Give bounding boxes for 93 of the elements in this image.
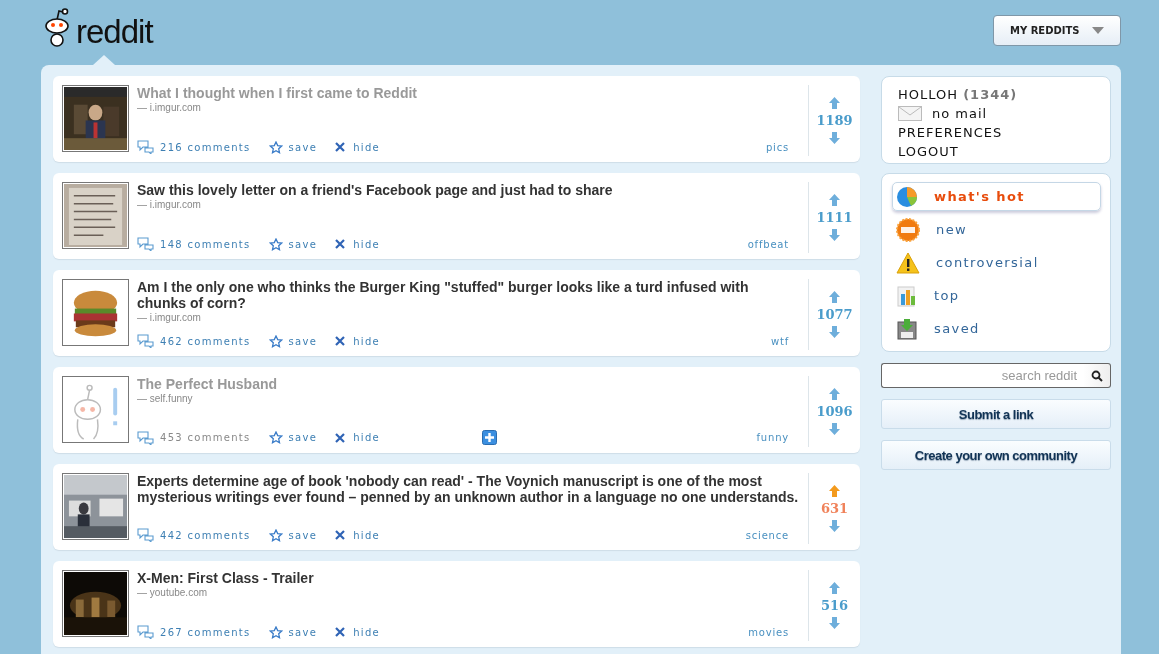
new-badge-icon xyxy=(896,217,920,242)
post-title[interactable]: Am I the only one who thinks the Burger King "stuffed" burger looks like a turd infused with chunks of corn? xyxy=(137,279,799,311)
comments-link[interactable]: 148 comments xyxy=(160,238,251,250)
my-reddits-dropdown[interactable]: MY REDDITS xyxy=(993,15,1121,46)
star-icon[interactable] xyxy=(268,237,283,251)
downvote-icon[interactable] xyxy=(829,520,840,532)
save-link[interactable]: save xyxy=(288,141,318,153)
post-domain[interactable]: — i.imgur.com xyxy=(137,199,201,210)
score-count: 1077 xyxy=(816,307,853,322)
expand-icon[interactable] xyxy=(482,430,498,445)
subreddit-link[interactable]: pics xyxy=(765,141,789,153)
download-icon xyxy=(896,317,918,340)
subreddit-link[interactable]: offbeat xyxy=(747,238,789,250)
post-domain[interactable]: — self.funny xyxy=(137,393,193,404)
bar-chart-icon xyxy=(896,284,918,307)
hide-link[interactable]: hide xyxy=(353,141,381,153)
comments-icon[interactable] xyxy=(137,625,154,639)
post-title[interactable]: Experts determine age of book 'nobody can read' - The Voynich manuscript is one of the most mysterious writings ever found – penned by an unknown author in a language no one understands. xyxy=(137,473,799,505)
comments-link[interactable]: 453 comments xyxy=(160,432,251,443)
comments-link[interactable]: 442 comments xyxy=(160,529,251,541)
account-link[interactable]: LOGOUT xyxy=(898,142,1094,161)
save-link[interactable]: save xyxy=(288,238,318,250)
karma-count: (1344) xyxy=(963,87,1018,102)
post-title[interactable]: The Perfect Husband xyxy=(137,376,799,392)
post-title[interactable]: What I thought when I first came to Reddit xyxy=(137,85,799,101)
hide-link[interactable]: hide xyxy=(353,238,381,250)
comments-link[interactable]: 267 comments xyxy=(160,626,251,638)
logo-text[interactable]: reddit xyxy=(76,15,153,48)
upvote-icon[interactable] xyxy=(829,291,840,303)
subreddit-link[interactable]: movies xyxy=(748,626,789,638)
logo-icon xyxy=(42,8,72,48)
action-button[interactable]: Submit a link xyxy=(881,399,1111,429)
subreddit-link[interactable]: funny xyxy=(756,432,789,443)
close-icon[interactable] xyxy=(335,530,346,540)
post-domain[interactable]: — i.imgur.com xyxy=(137,102,201,113)
comments-icon[interactable] xyxy=(137,334,154,348)
score-count: 631 xyxy=(820,501,849,516)
comments-link[interactable]: 216 comments xyxy=(160,141,251,153)
upvote-icon[interactable] xyxy=(829,194,840,206)
close-icon[interactable] xyxy=(335,336,346,346)
score-count: 516 xyxy=(820,598,849,613)
downvote-icon[interactable] xyxy=(829,423,840,435)
star-icon[interactable] xyxy=(268,528,283,542)
sort-option[interactable]: controversial xyxy=(892,248,1101,277)
upvote-icon[interactable] xyxy=(829,388,840,400)
upvote-icon[interactable] xyxy=(829,97,840,109)
sort-option[interactable]: top xyxy=(892,281,1101,310)
comments-icon[interactable] xyxy=(137,430,154,445)
save-link[interactable]: save xyxy=(288,335,318,347)
score-count: 1096 xyxy=(816,404,853,419)
comments-icon[interactable] xyxy=(137,528,154,542)
mail-status[interactable]: no mail xyxy=(932,104,988,123)
save-link[interactable]: save xyxy=(288,529,318,541)
downvote-icon[interactable] xyxy=(829,132,840,144)
close-icon[interactable] xyxy=(335,239,346,249)
star-icon[interactable] xyxy=(268,431,283,444)
hide-link[interactable]: hide xyxy=(353,626,381,638)
save-link[interactable]: save xyxy=(288,626,318,638)
username[interactable]: HOLLOH xyxy=(898,87,964,102)
save-link[interactable]: save xyxy=(288,432,318,443)
subreddit-link[interactable]: wtf xyxy=(770,335,789,347)
downvote-icon[interactable] xyxy=(829,326,840,338)
close-icon[interactable] xyxy=(335,142,346,152)
close-icon[interactable] xyxy=(335,432,346,443)
downvote-icon[interactable] xyxy=(829,617,840,629)
sort-option[interactable]: what's hot xyxy=(892,182,1101,211)
post-title[interactable]: Saw this lovely letter on a friend's Facebook page and just had to share xyxy=(137,182,799,198)
hide-link[interactable]: hide xyxy=(353,432,381,443)
hide-link[interactable]: hide xyxy=(353,529,381,541)
star-icon[interactable] xyxy=(268,625,283,639)
score-count: 1111 xyxy=(816,210,853,225)
star-icon[interactable] xyxy=(268,334,283,348)
close-icon[interactable] xyxy=(335,627,346,637)
subreddit-link[interactable]: science xyxy=(745,529,789,541)
downvote-icon[interactable] xyxy=(829,229,840,241)
comments-icon[interactable] xyxy=(137,140,154,154)
upvote-icon[interactable] xyxy=(829,485,840,497)
post-title[interactable]: X-Men: First Class - Trailer xyxy=(137,570,799,586)
account-link[interactable]: PREFERENCES xyxy=(898,123,1094,142)
comments-link[interactable]: 462 comments xyxy=(160,335,251,347)
score-count: 1189 xyxy=(816,113,853,128)
pie-chart-icon xyxy=(896,185,918,208)
post-domain[interactable]: — i.imgur.com xyxy=(137,312,201,323)
post-domain[interactable]: — youtube.com xyxy=(137,587,208,598)
star-icon[interactable] xyxy=(268,140,283,154)
sort-option[interactable]: new xyxy=(892,215,1101,244)
comments-icon[interactable] xyxy=(137,237,154,251)
upvote-icon[interactable] xyxy=(829,582,840,594)
caret-icon xyxy=(1092,27,1104,34)
hide-link[interactable]: hide xyxy=(353,335,381,347)
action-button[interactable]: Create your own community xyxy=(881,440,1111,470)
warning-icon xyxy=(896,251,920,274)
sort-option[interactable]: saved xyxy=(892,314,1101,343)
